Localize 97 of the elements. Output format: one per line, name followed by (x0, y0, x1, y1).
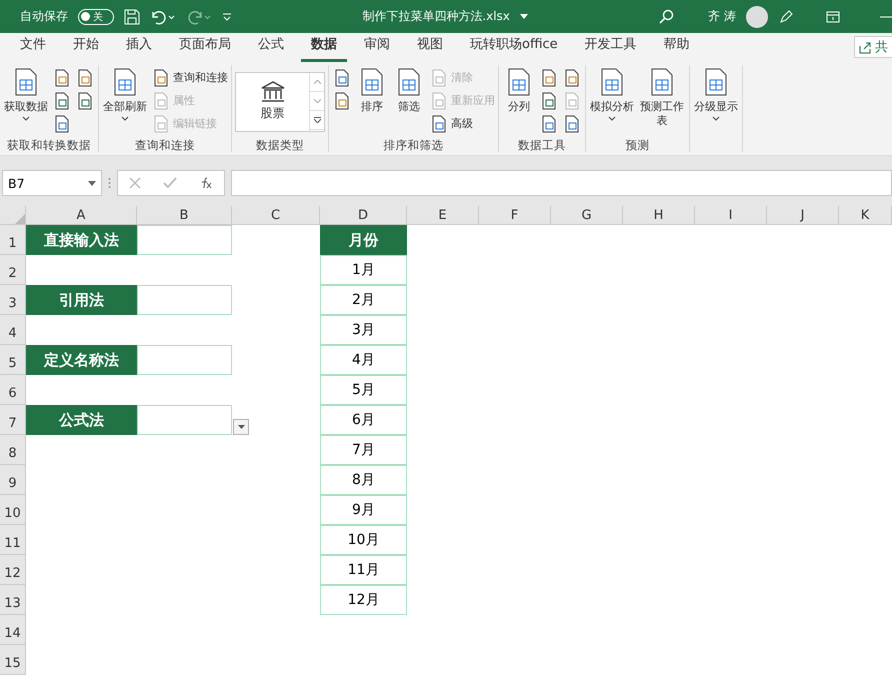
share-button[interactable]: 共 (854, 36, 892, 58)
table-cell: 7月 (320, 435, 407, 465)
table-cell: 8月 (320, 465, 407, 495)
ribbon-tab[interactable]: 玩转职场office (460, 35, 568, 62)
user-name: 齐 涛 (708, 8, 736, 25)
dropdown-icon (88, 180, 96, 186)
row-header[interactable]: 4 (0, 315, 26, 345)
ribbon-tab[interactable]: 帮助 (654, 35, 700, 62)
table-cell: 4月 (320, 345, 407, 375)
row-header[interactable]: 6 (0, 375, 26, 405)
row-header[interactable]: 14 (0, 615, 26, 645)
table-cell: 9月 (320, 495, 407, 525)
row-header[interactable]: 2 (0, 255, 26, 285)
row-header[interactable]: 3 (0, 285, 26, 315)
column-header[interactable]: I (695, 206, 767, 225)
table-cell: 11月 (320, 555, 407, 585)
table-cell: 12月 (320, 585, 407, 615)
pen-icon[interactable] (778, 8, 794, 24)
file-name: 制作下拉菜单四种方法.xlsx (362, 8, 510, 25)
row-header[interactable]: 15 (0, 645, 26, 675)
check-icon[interactable] (163, 177, 177, 189)
column-header[interactable]: C (232, 206, 320, 225)
ribbon-tab[interactable]: 插入 (116, 35, 162, 62)
column-header[interactable]: E (407, 206, 479, 225)
gallery-item[interactable]: 股票 (236, 72, 309, 130)
group-label: 排序和筛选 (384, 138, 444, 153)
row-header[interactable]: 7 (0, 405, 26, 435)
ribbon-button[interactable]: 查询和连接 (151, 66, 228, 88)
column-header[interactable]: B (137, 206, 232, 225)
table-cell: 10月 (320, 525, 407, 555)
ribbon-display-icon[interactable] (826, 10, 840, 22)
ribbon-tab[interactable]: 开发工具 (574, 35, 647, 62)
column-header[interactable]: J (767, 206, 839, 225)
table-cell: 定义名称法 (26, 345, 137, 375)
ribbon-tab[interactable]: 文件 (10, 35, 56, 62)
group-label: 获取和转换数据 (7, 138, 91, 153)
column-header[interactable]: K (839, 206, 892, 225)
autosave-label: 自动保存 (20, 8, 68, 25)
table-cell: 公式法 (26, 405, 137, 435)
table-cell: 1月 (320, 255, 407, 285)
column-header[interactable]: A (26, 206, 137, 225)
group-label: 预测 (626, 138, 650, 153)
table-cell: 6月 (320, 405, 407, 435)
group-label: 数据类型 (256, 138, 304, 153)
autosave-toggle[interactable]: 关 (78, 8, 114, 24)
ribbon-button[interactable]: 全部刷新 (102, 66, 148, 136)
row-header[interactable]: 8 (0, 435, 26, 465)
ribbon-button[interactable]: 分级显示 (693, 66, 739, 136)
table-cell: 2月 (320, 285, 407, 315)
row-header[interactable]: 5 (0, 345, 26, 375)
ribbon-tab[interactable]: 审阅 (354, 35, 400, 62)
table-cell: 3月 (320, 315, 407, 345)
triangle-icon (15, 214, 25, 224)
column-header[interactable]: H (623, 206, 695, 225)
caret-icon[interactable] (520, 14, 528, 19)
column-header[interactable]: D (320, 206, 407, 225)
table-cell: 5月 (320, 375, 407, 405)
dropdown-icon (238, 425, 244, 429)
row-header[interactable]: 13 (0, 585, 26, 615)
save-icon[interactable] (124, 8, 140, 24)
undo-icon[interactable] (150, 8, 176, 24)
dropdown-button[interactable] (233, 419, 249, 435)
table-cell: 直接输入法 (26, 225, 137, 255)
expand-icon[interactable] (314, 117, 320, 124)
customize-icon[interactable] (222, 12, 232, 22)
avatar[interactable] (746, 6, 768, 28)
row-header[interactable]: 10 (0, 495, 26, 525)
ribbon-button[interactable]: 分列 (502, 66, 536, 136)
row-header[interactable]: 11 (0, 525, 26, 555)
row-header[interactable]: 1 (0, 225, 26, 255)
group-label: 查询和连接 (135, 138, 195, 153)
ribbon-button[interactable]: 获取数据 (3, 66, 49, 136)
group-label: 数据工具 (518, 138, 566, 153)
ribbon-tab[interactable]: 页面布局 (169, 35, 241, 62)
ribbon-button[interactable]: 高级 (429, 112, 495, 134)
name-box[interactable]: B7 (2, 170, 102, 196)
column-header[interactable]: F (479, 206, 551, 225)
formula-input[interactable] (231, 170, 892, 196)
ribbon-button[interactable]: 模拟分析 (589, 66, 635, 136)
function-icon[interactable] (199, 177, 213, 189)
ribbon-button[interactable]: 预测工作表 (638, 66, 686, 136)
search-icon[interactable] (658, 8, 674, 24)
ribbon-tab[interactable]: 公式 (248, 35, 294, 62)
share-icon (859, 40, 872, 54)
row-header[interactable]: 9 (0, 465, 26, 495)
bank-icon (260, 81, 286, 103)
row-header[interactable]: 12 (0, 555, 26, 585)
ribbon-tab[interactable]: 开始 (63, 35, 109, 62)
ribbon-button[interactable]: 筛选 (392, 66, 426, 136)
minimize-icon[interactable] (880, 16, 892, 18)
table-cell: 引用法 (26, 285, 137, 315)
column-header[interactable]: G (551, 206, 623, 225)
ribbon-button[interactable]: 排序 (355, 66, 389, 136)
redo-icon[interactable] (186, 8, 212, 24)
table-cell: 月份 (320, 225, 407, 255)
ribbon-tab[interactable]: 视图 (407, 35, 453, 62)
grip-icon (108, 177, 111, 189)
